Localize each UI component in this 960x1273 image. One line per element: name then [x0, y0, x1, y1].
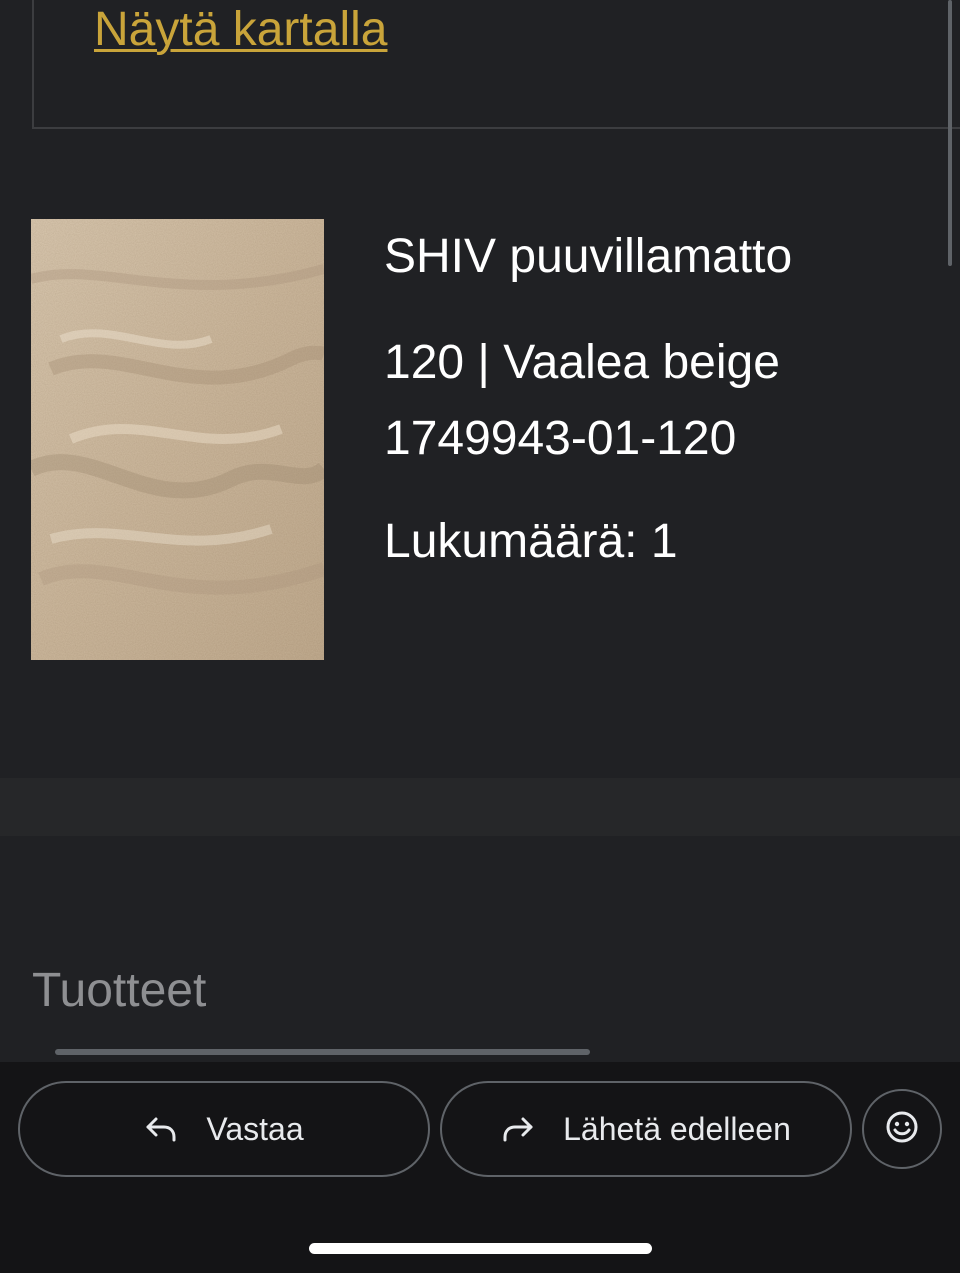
emoji-reaction-button[interactable] — [862, 1089, 942, 1169]
beige-cotton-rug-photo — [31, 219, 324, 660]
show-on-map-link[interactable]: Näytä kartalla — [94, 2, 387, 58]
product-quantity: Lukumäärä: 1 — [384, 515, 678, 568]
horizontal-scrollbar[interactable] — [55, 1049, 590, 1055]
smiley-icon — [885, 1110, 919, 1149]
forward-arrow-icon — [501, 1115, 535, 1143]
section-divider — [0, 778, 960, 836]
forward-button-label: Lähetä edelleen — [563, 1110, 791, 1147]
forward-button[interactable]: Lähetä edelleen — [440, 1081, 852, 1177]
reply-arrow-icon — [144, 1115, 178, 1143]
section-heading: Tuotteet — [32, 964, 207, 1017]
product-sku: 1749943-01-120 — [384, 412, 737, 465]
reply-button[interactable]: Vastaa — [18, 1081, 430, 1177]
home-indicator[interactable] — [309, 1243, 652, 1254]
product-name: SHIV puuvillamatto — [384, 230, 793, 283]
product-image — [31, 219, 324, 660]
product-variant: 120 | Vaalea beige — [384, 336, 780, 389]
email-view: Näytä kartalla SHIV puuvillamatto 120 | … — [0, 0, 960, 1273]
vertical-scrollbar[interactable] — [948, 0, 952, 266]
reply-button-label: Vastaa — [206, 1110, 304, 1147]
